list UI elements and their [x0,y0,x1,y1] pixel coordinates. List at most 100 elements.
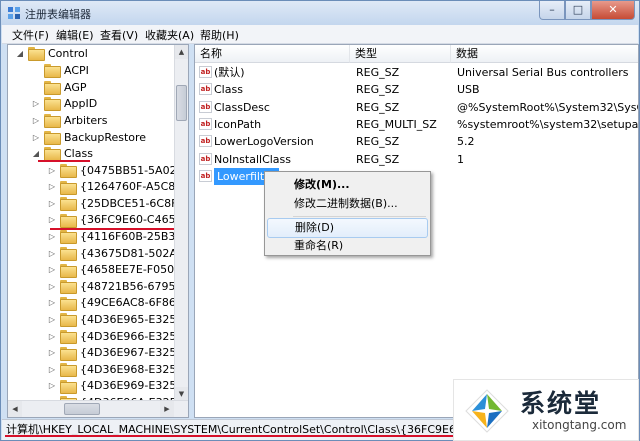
value-row[interactable]: ab IconPath REG_MULTI_SZ %systemroot%\syste… [195,116,639,133]
expand-arrow-icon[interactable]: ▷ [48,348,56,357]
expand-arrow-icon[interactable]: ▷ [48,265,56,274]
menu-item-modify-binary[interactable]: 修改二进制数据(B)... [267,194,428,214]
value-row[interactable]: ab ClassDesc REG_SZ @%SystemRoot%\System32\… [195,99,638,116]
watermark-title: 系统堂 [520,389,602,418]
value-name: NoInstallClass [214,152,292,166]
tree-node-class-subkey[interactable]: ▷ {4D36E967-E325-11 [48,345,188,361]
tree-node-arbiters[interactable]: ▷ Arbiters [32,112,107,128]
expand-arrow-icon[interactable]: ▷ [48,166,56,175]
menu-edit[interactable]: 编辑(E) [56,27,94,43]
folder-icon [44,97,61,111]
tree-node-agp[interactable]: AGP [32,79,87,95]
expand-arrow-icon[interactable]: ▷ [48,298,56,307]
tree-node-class-subkey[interactable]: ▷ {4658EE7E-F050-11 [48,262,189,278]
value-type: REG_SZ [356,83,400,97]
tree-node-label: Class [64,146,93,160]
tree-node-class-subkey[interactable]: ▷ {25DBCE51-6C8F-4A [48,195,188,212]
tree-node-class-subkey[interactable]: ▷ {1264760F-A5C8-4B [48,179,189,195]
tree-node-label: {4658EE7E-F050-11 [80,263,189,277]
value-data: @%SystemRoot%\System32\SysClass [457,100,638,114]
string-value-icon: ab [199,66,212,78]
value-data: 5.2 [457,135,475,149]
expand-arrow-icon[interactable]: ▷ [48,381,56,390]
menu-item-delete[interactable]: 删除(D) [267,218,428,238]
folder-icon [60,363,77,378]
folder-icon [60,263,77,278]
menu-bar: 文件(F) 编辑(E) 查看(V) 收藏夹(A) 帮助(H) [2,25,638,44]
tree-node-control[interactable]: ◢ Control [16,45,88,61]
tree-node-label: Control [48,46,88,60]
expand-arrow-icon[interactable]: ▷ [48,182,56,191]
key-tree-pane[interactable]: ◢ Control ACPI AGP ▷ AppID ▷ Arbiters ▷ [7,44,189,418]
string-value-icon: ab [199,117,212,130]
value-type: REG_SZ [356,135,400,149]
scroll-up-arrow-icon[interactable]: ▲ [175,45,188,59]
value-name: IconPath [214,117,262,131]
scrollbar-thumb[interactable] [64,403,100,415]
expand-arrow-icon[interactable]: ▷ [48,365,56,374]
expand-arrow-icon[interactable]: ▷ [48,199,56,208]
tree-node-label: {1264760F-A5C8-4B [80,180,189,194]
menu-help[interactable]: 帮助(H) [200,27,239,43]
tree-node-backuprestore[interactable]: ▷ BackupRestore [32,129,146,145]
menu-item-modify[interactable]: 修改(M)... [267,175,428,195]
minimize-button[interactable]: – [539,1,565,20]
expand-arrow-icon[interactable]: ▷ [32,99,40,108]
close-button[interactable]: ✕ [591,1,635,20]
value-row[interactable]: ab LowerLogoVersion REG_SZ 5.2 [195,133,638,150]
value-data: Universal Serial Bus controllers [457,66,629,79]
scroll-down-arrow-icon[interactable]: ▼ [175,387,188,401]
value-data: %systemroot%\system32\setupapi.d [457,117,639,131]
scrollbar-thumb[interactable] [176,85,187,121]
tree-node-acpi[interactable]: ACPI [32,62,89,78]
menu-separator [293,216,426,217]
value-data: 1 [457,152,464,166]
menu-item-rename[interactable]: 重命名(R) [267,236,428,256]
tree-node-label: {36FC9E60-C465-11 [80,213,189,227]
expand-arrow-icon[interactable]: ▷ [48,249,56,258]
maximize-button[interactable]: □ [565,1,591,20]
tree-node-class-subkey[interactable]: ▷ {48721B56-6795-11 [48,278,188,295]
column-header-type[interactable]: 类型 [350,45,451,63]
tree-node-label: {0475BB51-5A02-4E [80,163,189,177]
value-name: ClassDesc [214,100,270,114]
tree-node-class-subkey[interactable]: ▷ {49CE6AC8-6F86-11 [48,295,188,311]
menu-favorites[interactable]: 收藏夹(A) [145,27,194,43]
value-row[interactable]: ab NoInstallClass REG_SZ 1 [195,151,638,168]
tree-node-class[interactable]: ◢ Class [32,145,93,161]
column-header-data[interactable]: 数据 [451,45,638,63]
tree-node-class-subkey[interactable]: ▷ {43675D81-502A-4A [48,245,188,261]
expand-arrow-icon[interactable]: ▷ [48,332,56,341]
expand-arrow-icon[interactable]: ▷ [48,215,56,224]
menu-file[interactable]: 文件(F) [12,27,49,43]
scroll-right-arrow-icon[interactable]: ▶ [160,401,174,417]
expand-arrow-icon[interactable]: ▷ [48,282,56,291]
tree-node-class-subkey[interactable]: ▷ {36FC9E60-C465-11 [48,212,189,228]
value-type: REG_MULTI_SZ [356,117,437,131]
tree-vertical-scrollbar[interactable]: ▲ ▼ [174,45,188,401]
expand-arrow-icon[interactable]: ▷ [48,315,56,324]
string-value-icon: ab [199,100,212,113]
expand-arrow-icon[interactable]: ▷ [32,133,40,142]
value-row[interactable]: ab (默认) REG_SZ Universal Serial Bus control… [195,64,638,81]
tree-node-class-subkey[interactable]: ▷ {4D36E965-E325-11 [48,311,188,328]
folder-icon [60,330,77,344]
tree-node-class-subkey[interactable]: ▷ {0475BB51-5A02-4E [48,162,189,178]
value-row[interactable]: ab Class REG_SZ USB [195,81,638,98]
scroll-left-arrow-icon[interactable]: ◀ [8,401,22,417]
tree-node-class-subkey[interactable]: ▷ {4D36E968-E325-11 [48,361,188,378]
column-header-name[interactable]: 名称 [195,45,350,63]
tree-node-class-subkey[interactable]: ▷ {4D36E966-E325-11 [48,328,188,344]
title-bar[interactable]: 注册表编辑器 – □ ✕ [1,1,639,25]
tree-node-appid[interactable]: ▷ AppID [32,95,97,111]
collapse-arrow-icon[interactable]: ◢ [32,149,40,158]
tree-node-label: ACPI [64,63,89,77]
menu-view[interactable]: 查看(V) [100,27,138,43]
tree-node-class-subkey[interactable]: ▷ {4116F60B-25B3-46 [48,228,188,245]
expand-arrow-icon[interactable]: ▷ [32,116,40,125]
tree-node-label: BackupRestore [64,130,147,144]
tree-horizontal-scrollbar[interactable]: ◀ ▶ [8,400,188,417]
collapse-arrow-icon[interactable]: ◢ [16,49,24,58]
expand-arrow-icon[interactable]: ▷ [48,232,56,241]
tree-node-class-subkey[interactable]: ▷ {4D36E969-E325-11 [48,378,188,394]
